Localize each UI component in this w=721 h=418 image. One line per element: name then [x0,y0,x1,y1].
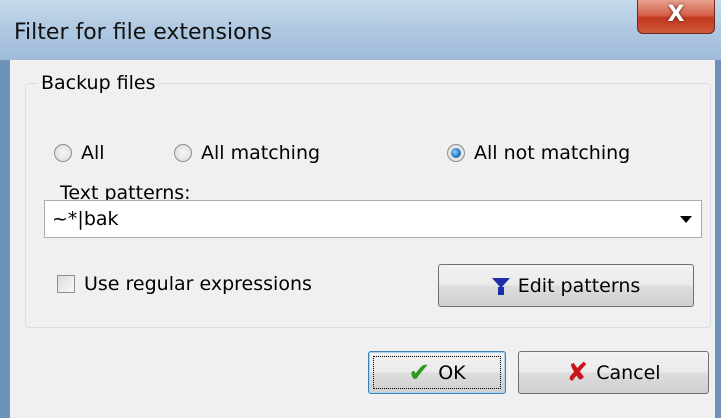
radio-all-not-matching[interactable]: All not matching [447,140,630,166]
radio-all-matching[interactable]: All matching [174,140,320,166]
dialog-body: Backup files All All matching All not ma… [10,60,715,418]
checkmark-icon: ✔ [408,357,431,388]
x-cross-icon: ✘ [566,357,589,388]
window-title: Filter for file extensions [14,20,272,45]
close-icon: X [667,2,685,27]
edit-patterns-label: Edit patterns [517,274,641,297]
ok-button[interactable]: ✔ OK [368,351,506,394]
checkbox-box [57,275,75,293]
group-title: Backup files [38,71,159,95]
cancel-button[interactable]: ✘ Cancel [518,351,709,394]
use-regex-checkbox[interactable]: Use regular expressions [57,272,312,296]
edit-patterns-button[interactable]: Edit patterns [438,264,694,307]
text-patterns-combobox[interactable]: ~*|bak [44,200,702,238]
cancel-label: Cancel [596,361,661,384]
checkbox-label: Use regular expressions [84,273,312,295]
dropdown-arrow-icon[interactable] [680,216,692,223]
radio-all[interactable]: All [54,140,105,166]
radio-label: All matching [201,142,321,164]
radio-label: All not matching [474,142,631,164]
radio-circle [54,144,72,162]
radio-dot [451,148,461,158]
title-bar: Filter for file extensions X [0,0,721,60]
radio-circle [174,144,192,162]
radio-circle-selected [447,144,465,162]
focus-rectangle [373,356,501,389]
ok-label: OK [438,361,466,384]
filter-icon [491,277,510,295]
text-patterns-value: ~*|bak [52,208,119,230]
close-button[interactable]: X [637,0,715,34]
radio-label: All [81,142,105,164]
